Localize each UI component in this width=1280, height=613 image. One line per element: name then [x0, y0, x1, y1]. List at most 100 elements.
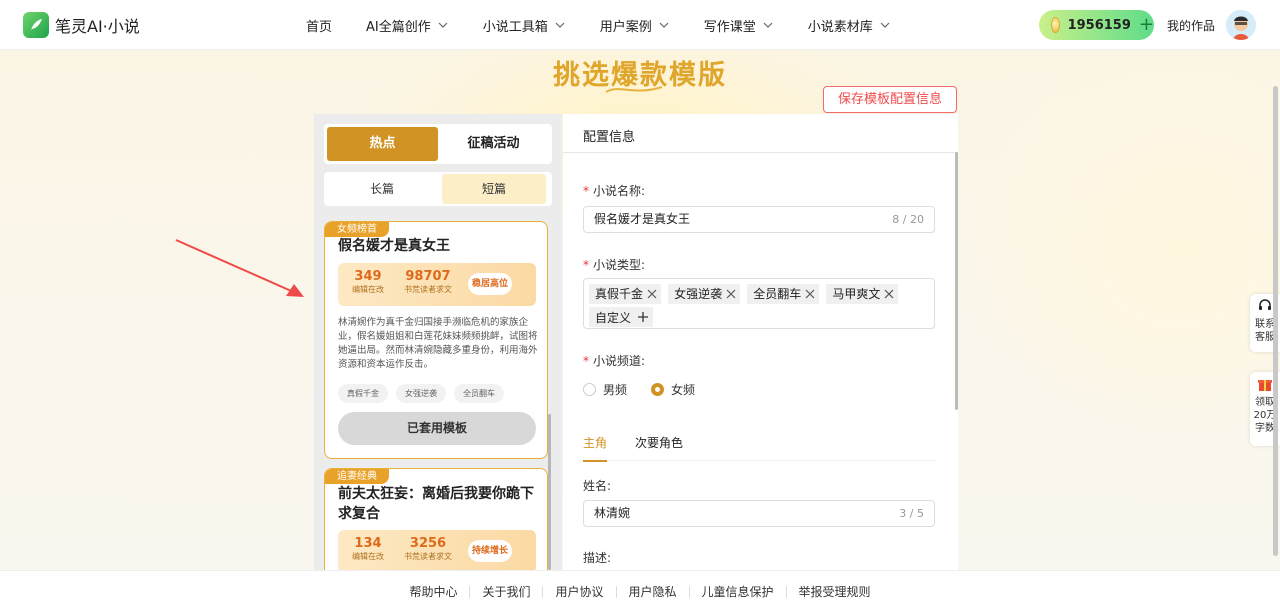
headset-icon — [1259, 299, 1271, 310]
genre-tag: 女强逆袭 — [396, 384, 446, 403]
stat-value: 3256 — [409, 536, 447, 551]
footer-privacy[interactable]: 用户隐私 — [617, 586, 690, 598]
footer-child-protection[interactable]: 儿童信息保护 — [690, 586, 787, 598]
role-tabs: 主角 次要角色 — [583, 434, 935, 462]
nav-label: 用户案例 — [599, 19, 652, 35]
nav-toolbox[interactable]: 小说工具箱 — [483, 16, 566, 35]
tab-hot[interactable]: 热点 — [327, 127, 438, 161]
close-icon[interactable] — [647, 289, 657, 299]
close-icon[interactable] — [805, 289, 815, 299]
card-tag: 追妻经典 — [325, 469, 389, 484]
nav-label: 小说素材库 — [807, 19, 873, 35]
category-tabs: 热点 征稿活动 — [324, 124, 552, 164]
top-header: 笔灵AI·小说 首页 AI全篇创作 小说工具箱 用户案例 写作课堂 小说素材库 … — [0, 0, 1280, 50]
applied-template-button[interactable]: 已套用模板 — [338, 412, 536, 445]
person-name-input[interactable]: 林清婉 3 / 5 — [583, 500, 935, 527]
plus-icon — [638, 312, 649, 322]
logo[interactable]: 笔灵AI·小说 — [23, 12, 140, 38]
radio-male[interactable] — [583, 383, 596, 396]
coin-balance-button[interactable]: 1956159 + — [1039, 10, 1154, 40]
close-icon[interactable] — [884, 289, 894, 299]
nav-label: AI全篇创作 — [366, 19, 431, 35]
title-underline-decoration — [605, 86, 663, 93]
chip-label: 真假千金 — [595, 287, 644, 301]
label-text: 小说频道: — [593, 354, 646, 368]
stat-value: 349 — [354, 269, 382, 284]
label-text: 小说名称: — [593, 184, 646, 198]
stat-label: 编辑在改 — [352, 552, 384, 561]
radio-label[interactable]: 男频 — [603, 381, 627, 398]
card-tag: 女频榜首 — [325, 222, 389, 237]
nav-materials[interactable]: 小说素材库 — [808, 16, 891, 35]
card-title: 前夫太狂妄：离婚后我要你跪下求复合 — [338, 486, 534, 522]
card-stats: 134 编辑在改 3256 书荒读者求文 持续增长 — [338, 530, 536, 570]
footer: 帮助中心 关于我们 用户协议 用户隐私 儿童信息保护 举报受理规则 — [0, 570, 1280, 613]
stat-editing: 134 编辑在改 — [352, 536, 384, 562]
tab-protagonist[interactable]: 主角 — [583, 434, 608, 462]
template-card[interactable]: 追妻经典 前夫太狂妄：离婚后我要你跪下求复合 134 编辑在改 3256 书荒读… — [324, 468, 548, 570]
chip-label: 全员翻车 — [753, 287, 802, 301]
footer-report[interactable]: 举报受理规则 — [787, 586, 883, 598]
radio-female[interactable] — [651, 383, 665, 396]
type-chip[interactable]: 全员翻车 — [747, 283, 820, 304]
chevron-down-icon — [659, 22, 669, 28]
user-avatar-icon — [1226, 10, 1256, 40]
my-works-link[interactable]: 我的作品 — [1167, 17, 1215, 34]
footer-about[interactable]: 关于我们 — [470, 586, 544, 598]
tab-long[interactable]: 长篇 — [330, 174, 434, 204]
config-panel: 配置信息 * 小说名称: 假名媛才是真女王 8 / 20 * 小说类型: 真假千金 … — [563, 114, 958, 570]
card-stats: 349 编辑在改 98707 书荒读者求文 稳居高位 — [338, 263, 536, 306]
novel-name-input[interactable]: 假名媛才是真女王 8 / 20 — [583, 206, 935, 233]
chip-label: 女强逆袭 — [674, 287, 723, 301]
scrollbar[interactable] — [955, 152, 958, 410]
nav-classroom[interactable]: 写作课堂 — [704, 16, 774, 35]
feather-logo-icon — [23, 12, 49, 38]
plus-icon: + — [1138, 14, 1154, 35]
input-value: 林清婉 — [594, 506, 631, 520]
scrollbar[interactable] — [548, 414, 551, 570]
chevron-down-icon — [438, 22, 448, 28]
nav-cases[interactable]: 用户案例 — [600, 16, 670, 35]
char-count: 3 / 5 — [899, 507, 924, 520]
novel-name-label: * 小说名称: — [583, 184, 646, 198]
close-icon[interactable] — [726, 289, 736, 299]
stat-label: 编辑在改 — [352, 285, 384, 294]
stat-editing: 349 编辑在改 — [352, 269, 384, 295]
tab-secondary-role[interactable]: 次要角色 — [635, 434, 683, 461]
nav-home[interactable]: 首页 — [306, 16, 332, 35]
footer-help[interactable]: 帮助中心 — [397, 586, 471, 598]
novel-type-selector[interactable]: 真假千金 女强逆袭 全员翻车 马甲爽文 自定义 — [583, 278, 935, 329]
genre-tag: 全员翻车 — [454, 384, 504, 403]
template-card[interactable]: 女频榜首 假名媛才是真女王 349 编辑在改 98707 书荒读者求文 稳居高位… — [324, 221, 548, 459]
page-scrollbar[interactable] — [1273, 86, 1278, 556]
card-title: 假名媛才是真女王 — [338, 238, 450, 254]
chevron-down-icon — [763, 22, 773, 28]
radio-label[interactable]: 女频 — [671, 381, 695, 398]
chip-label: 马甲爽文 — [832, 287, 881, 301]
status-badge: 稳居高位 — [468, 273, 512, 295]
channel-radio-group: 男频 女频 — [583, 381, 695, 398]
input-value: 假名媛才是真女王 — [594, 212, 691, 226]
status-badge: 持续增长 — [468, 540, 512, 562]
novel-type-label: * 小说类型: — [583, 258, 646, 272]
type-chip[interactable]: 真假千金 — [589, 283, 662, 304]
avatar[interactable] — [1226, 10, 1256, 40]
logo-text: 笔灵AI·小说 — [55, 17, 140, 36]
custom-type-button[interactable]: 自定义 — [589, 307, 654, 327]
footer-agreement[interactable]: 用户协议 — [543, 586, 617, 598]
coin-count: 1956159 — [1067, 17, 1131, 33]
nav-label: 小说工具箱 — [482, 19, 548, 35]
type-chip[interactable]: 女强逆袭 — [668, 283, 741, 304]
chevron-down-icon — [880, 22, 890, 28]
person-name-label: 姓名: — [583, 479, 612, 493]
tab-short[interactable]: 短篇 — [442, 174, 546, 204]
config-heading: 配置信息 — [563, 114, 958, 153]
stat-value: 134 — [354, 536, 382, 551]
save-template-config-button[interactable]: 保存模板配置信息 — [823, 86, 957, 113]
type-chip[interactable]: 马甲爽文 — [826, 283, 899, 304]
nav-ai-creation[interactable]: AI全篇创作 — [366, 16, 449, 35]
template-list-panel: 热点 征稿活动 长篇 短篇 女频榜首 假名媛才是真女王 349 编辑在改 987… — [314, 114, 562, 570]
nav-label: 首页 — [306, 19, 333, 35]
tab-contest[interactable]: 征稿活动 — [438, 127, 549, 161]
channel-label: * 小说频道: — [583, 354, 646, 368]
